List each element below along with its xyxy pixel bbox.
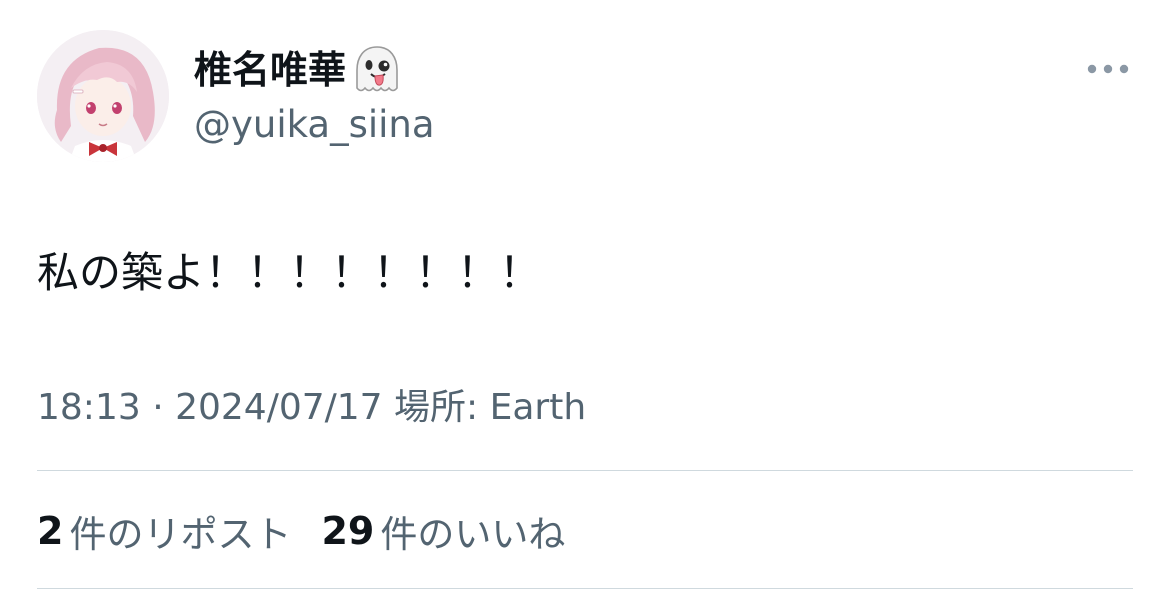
reposts-label: 件のリポスト [69,513,292,556]
avatar-image [37,30,169,162]
tweet-text: 私の築よ！！！！！！！！ [37,248,542,297]
divider [37,470,1133,471]
more-horizontal-icon[interactable] [1084,56,1132,82]
user-name-row[interactable]: 椎名唯華 [194,42,402,98]
reposts-stat[interactable]: 2 件のリポスト [37,504,291,558]
user-handle[interactable]: @yuika_siina [194,100,435,150]
tweet-time[interactable]: 18:13 [37,387,141,428]
meta-separator: · [140,387,176,428]
tweet-stats: 2 件のリポスト 29 件のいいね [37,502,595,560]
likes-count: 29 [321,509,375,553]
tweet-date[interactable]: 2024/07/17 [175,387,383,428]
likes-label: 件のいいね [380,513,566,556]
avatar[interactable] [37,30,169,162]
tweet-meta: 18:13 · 2024/07/17 場所: Earth [37,382,586,434]
likes-stat[interactable]: 29 件のいいね [321,504,565,558]
display-name[interactable]: 椎名唯華 [194,42,346,98]
tweet-location: 場所: Earth [382,387,587,428]
divider [37,588,1133,589]
reposts-count: 2 [37,509,64,553]
ghost-tongue-icon [352,44,402,96]
